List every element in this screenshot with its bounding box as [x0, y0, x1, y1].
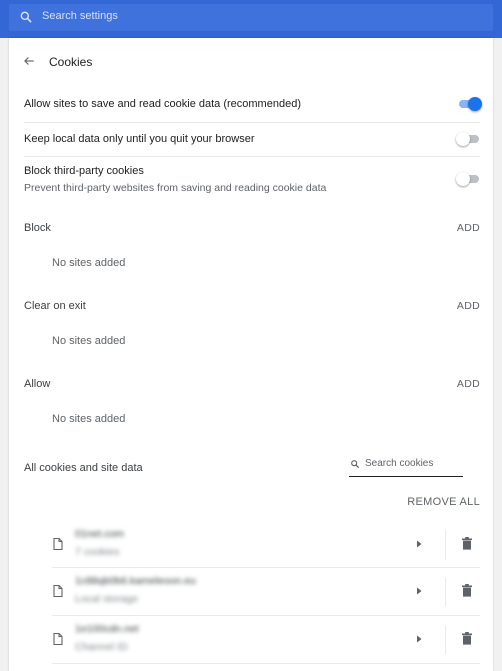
cookie-search-input[interactable]	[365, 455, 461, 471]
toggle-knob	[456, 132, 470, 146]
row-separator	[445, 577, 446, 607]
trash-icon[interactable]	[461, 584, 473, 597]
setting-block-third-party-sublabel: Prevent third-party websites from saving…	[24, 182, 327, 194]
allow-cookies-toggle[interactable]	[458, 97, 482, 111]
setting-keep-local-data[interactable]: Keep local data only until you quit your…	[24, 131, 479, 151]
cookie-site-row[interactable]: 1c88qb0b6.kameleoon.eu Local storage	[52, 568, 480, 615]
setting-block-third-party[interactable]: Block third-party cookies Prevent third-…	[24, 163, 479, 199]
setting-allow-cookies-label: Allow sites to save and read cookie data…	[24, 98, 301, 110]
setting-keep-local-data-label: Keep local data only until you quit your…	[24, 133, 255, 145]
expand-arrow-icon[interactable]	[415, 539, 423, 549]
top-toolbar: Search settings	[0, 0, 502, 38]
toggle-knob	[456, 172, 470, 186]
cookie-site-name: 1e100cdn.net	[75, 623, 139, 635]
cookie-site-name: 1c88qb0b6.kameleoon.eu	[75, 575, 196, 587]
cookies-settings-card: Cookies Allow sites to save and read coo…	[9, 38, 493, 671]
remove-all-button[interactable]: REMOVE ALL	[407, 496, 480, 508]
row-separator	[445, 625, 446, 655]
settings-search-placeholder: Search settings	[42, 10, 118, 22]
clear-on-exit-empty-text: No sites added	[52, 335, 126, 347]
file-icon	[53, 585, 63, 597]
trash-icon[interactable]	[461, 537, 473, 550]
section-title-all-cookies: All cookies and site data	[24, 462, 143, 474]
search-icon	[351, 460, 359, 468]
row-separator	[445, 530, 446, 560]
setting-allow-cookies[interactable]: Allow sites to save and read cookie data…	[24, 96, 479, 116]
setting-block-third-party-label: Block third-party cookies	[24, 165, 144, 177]
block-third-party-toggle[interactable]	[456, 172, 480, 186]
expand-arrow-icon[interactable]	[415, 634, 423, 644]
keep-local-data-toggle[interactable]	[456, 132, 480, 146]
expand-arrow-icon[interactable]	[415, 586, 423, 596]
divider	[24, 122, 480, 123]
cookie-site-row[interactable]: 01net.com 7 cookies	[52, 521, 480, 568]
section-title-clear-on-exit: Clear on exit	[24, 300, 86, 312]
divider	[24, 156, 480, 157]
section-title-block: Block	[24, 222, 51, 234]
section-title-allow: Allow	[24, 378, 51, 390]
add-clear-on-exit-button[interactable]: ADD	[457, 300, 480, 312]
allow-empty-text: No sites added	[52, 413, 126, 425]
block-empty-text: No sites added	[52, 257, 126, 269]
settings-search-box[interactable]: Search settings	[9, 4, 493, 31]
toggle-knob	[468, 97, 482, 111]
trash-icon[interactable]	[461, 632, 473, 645]
cookie-site-row[interactable]: 1e100cdn.net Channel ID	[52, 616, 480, 663]
back-arrow-icon[interactable]	[22, 54, 36, 68]
file-icon	[53, 633, 63, 645]
add-block-button[interactable]: ADD	[457, 222, 480, 234]
cookie-search-field[interactable]	[349, 452, 463, 477]
file-icon	[53, 538, 63, 550]
page-header: Cookies	[9, 38, 493, 84]
cookie-site-detail: 7 cookies	[75, 546, 120, 558]
cookie-site-detail: Local storage	[75, 593, 139, 605]
search-icon	[20, 11, 32, 23]
page-title: Cookies	[49, 55, 93, 69]
cookie-site-name: 01net.com	[75, 528, 125, 540]
cookie-site-detail: Channel ID	[75, 641, 128, 653]
divider	[52, 663, 480, 664]
add-allow-button[interactable]: ADD	[457, 378, 480, 390]
